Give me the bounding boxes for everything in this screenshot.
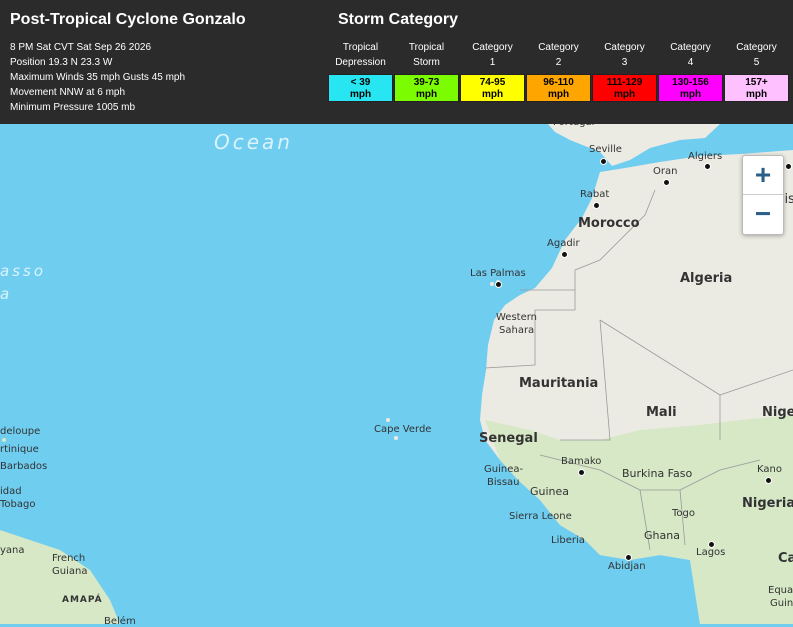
legend-cat2: Category 2 96-110 mph <box>526 40 591 102</box>
label-oran: Oran <box>653 166 678 177</box>
city-dot-agadir <box>561 251 568 258</box>
city-dot-seville <box>600 158 607 165</box>
legend-swatch-cat4: 130-156 mph <box>658 74 723 102</box>
zoom-out-button[interactable]: − <box>743 194 783 233</box>
city-dot-oran <box>663 179 670 186</box>
label-guinea: Guinea <box>530 485 570 498</box>
label-las-palmas: Las Palmas <box>470 268 526 279</box>
label-western: Western <box>496 312 538 323</box>
label-bamako: Bamako <box>561 456 602 467</box>
legend-swatch-ts: 39-73 mph <box>394 74 459 102</box>
label-sahara: Sahara <box>499 325 535 336</box>
label-seville: Seville <box>589 144 622 155</box>
legend-swatch-cat3: 111-129 mph <box>592 74 657 102</box>
city-dot-lagos <box>708 541 715 548</box>
label-algiers: Algiers <box>688 151 723 162</box>
info-pressure: Minimum Pressure 1005 mb <box>10 102 136 113</box>
storm-header: Post-Tropical Cyclone Gonzalo 8 PM Sat C… <box>0 0 793 124</box>
legend-cat3: Category 3 111-129 mph <box>592 40 657 102</box>
label-guinea-bissau-1: Guinea- <box>484 464 524 475</box>
label-guinea-bissau-2: Bissau <box>487 477 520 488</box>
label-french-1: French <box>52 553 86 564</box>
label-algeria: Algeria <box>680 271 733 286</box>
legend-cat5: Category 5 157+ mph <box>724 40 789 102</box>
label-mauritania: Mauritania <box>519 376 599 391</box>
legend-cat1: Category 1 74-95 mph <box>460 40 525 102</box>
label-ghana: Ghana <box>644 529 680 542</box>
label-trinidad-2: Tobago <box>0 499 36 510</box>
legend-td: Tropical Depression < 39 mph <box>328 40 393 102</box>
label-barbados: Barbados <box>0 461 48 472</box>
sargasso-label: asso <box>0 262 46 280</box>
city-dot-tunis <box>785 163 792 170</box>
legend-ts: Tropical Storm 39-73 mph <box>394 40 459 102</box>
legend-swatch-cat1: 74-95 mph <box>460 74 525 102</box>
label-burkina: Burkina Faso <box>622 467 693 480</box>
label-cameroon: Ca <box>778 551 793 566</box>
label-guinea-eq: Guin <box>770 598 793 609</box>
label-liberia: Liberia <box>551 535 585 546</box>
label-rabat: Rabat <box>580 189 610 200</box>
info-position: Position 19.3 N 23.3 W <box>10 57 113 68</box>
label-equatorial: Equa <box>768 585 793 596</box>
city-dot-rabat <box>593 202 600 209</box>
info-time: 8 PM Sat CVT Sat Sep 26 2026 <box>10 42 152 53</box>
city-dot-las-palmas <box>495 281 502 288</box>
city-dot-abidjan <box>625 554 632 561</box>
city-dot-bamako <box>578 469 585 476</box>
label-french-2: Guiana <box>52 566 88 577</box>
label-cape-verde: Cape Verde <box>374 424 432 435</box>
label-belem: Belém <box>104 616 136 627</box>
label-lagos: Lagos <box>696 547 726 558</box>
legend-swatch-cat2: 96-110 mph <box>526 74 591 102</box>
info-winds: Maximum Winds 35 mph Gusts 45 mph <box>10 72 186 83</box>
category-title: Storm Category <box>338 11 459 28</box>
label-kano: Kano <box>757 464 782 475</box>
label-sierra-leone: Sierra Leone <box>509 511 572 522</box>
sargasso-label-2: a <box>0 285 13 303</box>
storm-info: 8 PM Sat CVT Sat Sep 26 2026 Position 19… <box>10 40 185 115</box>
label-trinidad-1: idad <box>0 486 22 497</box>
label-agadir: Agadir <box>547 238 580 249</box>
city-dot-algiers <box>704 163 711 170</box>
label-abidjan: Abidjan <box>608 561 646 572</box>
label-morocco: Morocco <box>578 216 640 231</box>
info-movement: Movement NNW at 6 mph <box>10 87 126 98</box>
label-martinique: rtinique <box>0 444 39 455</box>
legend-swatch-cat5: 157+ mph <box>724 74 789 102</box>
label-togo: Togo <box>672 508 695 519</box>
storm-title: Post-Tropical Cyclone Gonzalo <box>10 11 246 28</box>
zoom-in-button[interactable]: + <box>743 156 783 194</box>
label-guyana: yana <box>0 545 25 556</box>
zoom-control: + − <box>742 155 784 235</box>
city-dot-kano <box>765 477 772 484</box>
legend-swatch-td: < 39 mph <box>328 74 393 102</box>
legend-cat4: Category 4 130-156 mph <box>658 40 723 102</box>
ocean-label: Ocean <box>214 130 293 154</box>
label-mali: Mali <box>646 405 677 420</box>
label-guadeloupe: deloupe <box>0 426 41 437</box>
label-amapa: AMAPÁ <box>62 595 103 605</box>
label-senegal: Senegal <box>479 431 538 446</box>
label-nigeria: Nigeria <box>742 496 793 511</box>
label-niger: Niger <box>762 405 793 420</box>
